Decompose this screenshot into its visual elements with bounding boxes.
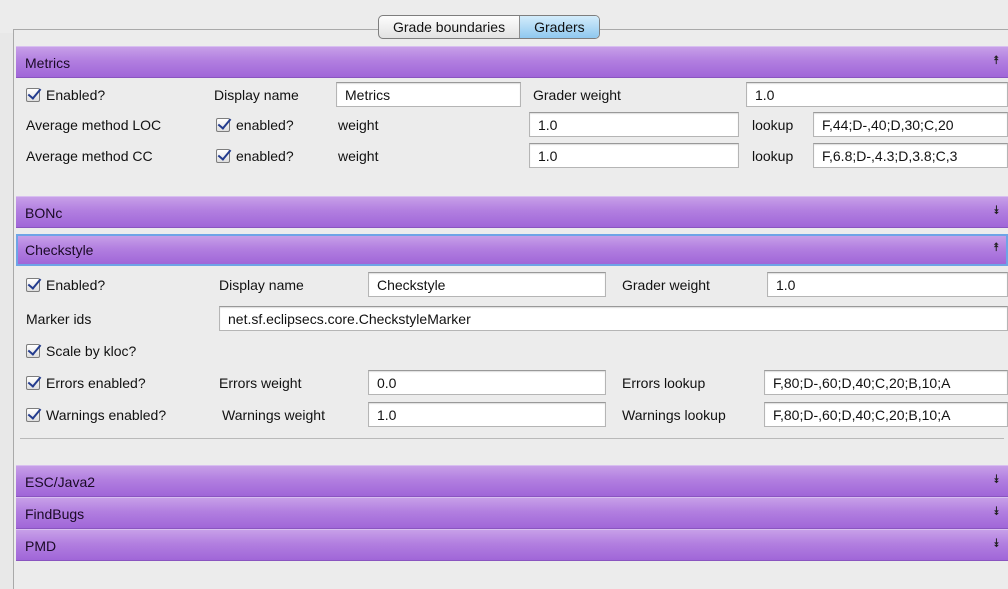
expand-chevron-icon[interactable]: ⯯ xyxy=(993,536,1000,551)
graders-panel: Metrics ⯭ Enabled? Display name Metrics … xyxy=(16,46,1008,561)
checkbox-checked-icon[interactable] xyxy=(216,118,230,132)
errors-enabled-checkbox[interactable]: Errors enabled? xyxy=(26,375,146,391)
warnings-enabled-checkbox[interactable]: Warnings enabled? xyxy=(26,407,166,423)
section-header-bonc[interactable]: BONc ⯯ xyxy=(16,196,1008,228)
metrics-section-body: Enabled? Display name Metrics Grader wei… xyxy=(16,78,1008,196)
section-title: Metrics xyxy=(25,55,71,71)
checkstyle-enabled-checkbox[interactable]: Enabled? xyxy=(26,277,105,293)
errors-lookup-label: Errors lookup xyxy=(622,375,706,391)
marker-ids-field[interactable]: net.sf.eclipsecs.core.CheckstyleMarker xyxy=(219,306,1008,331)
errors-weight-field[interactable]: 0.0 xyxy=(368,370,606,395)
section-header-pmd[interactable]: PMD ⯯ xyxy=(16,529,1008,561)
checkbox-label: Enabled? xyxy=(46,87,106,103)
cc-enabled-checkbox[interactable]: enabled? xyxy=(216,148,294,164)
avg-method-cc-label: Average method CC xyxy=(26,148,153,164)
grader-weight-field[interactable]: 1.0 xyxy=(746,82,1008,107)
grader-weight-field[interactable]: 1.0 xyxy=(767,272,1008,297)
avg-method-loc-label: Average method LOC xyxy=(26,117,162,133)
checkbox-label: Enabled? xyxy=(46,277,106,293)
checkbox-label: enabled? xyxy=(236,117,294,133)
checkbox-label: Scale by kloc? xyxy=(46,343,137,359)
checkbox-checked-icon[interactable] xyxy=(26,344,40,358)
checkbox-checked-icon[interactable] xyxy=(26,88,40,102)
tab-grade-boundaries[interactable]: Grade boundaries xyxy=(379,16,519,38)
section-header-findbugs[interactable]: FindBugs ⯯ xyxy=(16,497,1008,529)
section-title: ESC/Java2 xyxy=(25,474,96,490)
tab-graders[interactable]: Graders xyxy=(519,16,599,38)
display-name-label: Display name xyxy=(219,277,304,293)
checkbox-checked-icon[interactable] xyxy=(26,376,40,390)
checkbox-label: Errors enabled? xyxy=(46,375,146,391)
errors-weight-label: Errors weight xyxy=(219,375,302,391)
loc-lookup-field[interactable]: F,44;D-,40;D,30;C,20 xyxy=(813,112,1008,137)
display-name-label: Display name xyxy=(214,87,299,103)
section-title: BONc xyxy=(25,205,63,221)
cc-lookup-field[interactable]: F,6.8;D-,4.3;D,3.8;C,3 xyxy=(813,143,1008,168)
section-header-metrics[interactable]: Metrics ⯭ xyxy=(16,46,1008,78)
checkbox-checked-icon[interactable] xyxy=(216,149,230,163)
section-header-esc-java2[interactable]: ESC/Java2 ⯯ xyxy=(16,465,1008,497)
loc-lookup-label: lookup xyxy=(752,117,794,133)
warnings-lookup-label: Warnings lookup xyxy=(622,407,726,423)
checkbox-label: enabled? xyxy=(236,148,294,164)
expand-chevron-icon[interactable]: ⯯ xyxy=(993,504,1000,519)
expand-chevron-icon[interactable]: ⯯ xyxy=(993,203,1000,218)
loc-enabled-checkbox[interactable]: enabled? xyxy=(216,117,294,133)
checkbox-label: Warnings enabled? xyxy=(46,407,167,423)
cc-weight-label: weight xyxy=(338,148,379,164)
expand-chevron-icon[interactable]: ⯯ xyxy=(993,472,1000,487)
marker-ids-label: Marker ids xyxy=(26,311,92,327)
section-title: FindBugs xyxy=(25,506,85,522)
collapse-chevron-icon[interactable]: ⯭ xyxy=(993,53,1000,68)
checkstyle-section-body: Enabled? Display name Checkstyle Grader … xyxy=(16,266,1008,465)
collapse-chevron-icon[interactable]: ⯭ xyxy=(993,240,1000,255)
scale-by-kloc-checkbox[interactable]: Scale by kloc? xyxy=(26,343,136,359)
errors-lookup-field[interactable]: F,80;D-,60;D,40;C,20;B,10;A xyxy=(764,370,1008,395)
grader-weight-label: Grader weight xyxy=(622,277,710,293)
grader-weight-label: Grader weight xyxy=(533,87,621,103)
section-title: PMD xyxy=(25,538,57,554)
section-header-checkstyle[interactable]: Checkstyle ⯭ xyxy=(16,234,1008,266)
display-name-field[interactable]: Checkstyle xyxy=(368,272,606,297)
section-divider xyxy=(20,438,1004,439)
cc-lookup-label: lookup xyxy=(752,148,794,164)
warnings-weight-field[interactable]: 1.0 xyxy=(368,402,606,427)
view-segmented-control: Grade boundaries Graders xyxy=(378,15,600,39)
warnings-lookup-field[interactable]: F,80;D-,60;D,40;C,20;B,10;A xyxy=(764,402,1008,427)
display-name-field[interactable]: Metrics xyxy=(336,82,521,107)
loc-weight-label: weight xyxy=(338,117,379,133)
section-title: Checkstyle xyxy=(25,242,94,258)
cc-weight-field[interactable]: 1.0 xyxy=(529,143,739,168)
checkbox-checked-icon[interactable] xyxy=(26,408,40,422)
metrics-enabled-checkbox[interactable]: Enabled? xyxy=(26,87,105,103)
warnings-weight-label: Warnings weight xyxy=(222,407,325,423)
loc-weight-field[interactable]: 1.0 xyxy=(529,112,739,137)
checkbox-checked-icon[interactable] xyxy=(26,278,40,292)
